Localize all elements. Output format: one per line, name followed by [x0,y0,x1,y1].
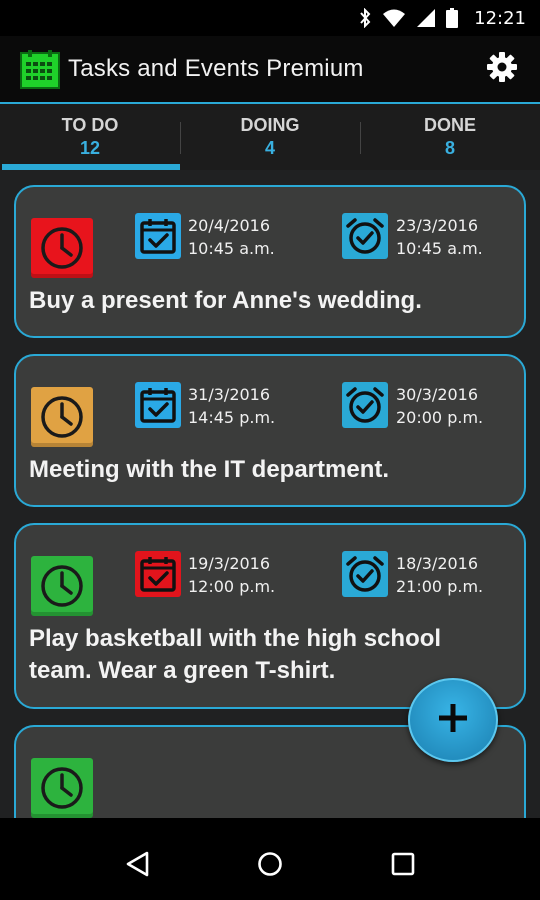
alarm-date: 30/3/2016 [396,385,479,404]
priority-clock-icon [31,387,93,447]
alarm-time: 10:45 a.m. [396,239,483,258]
status-time: 12:21 [474,7,526,29]
bluetooth-icon [358,8,372,28]
alarm-time: 20:00 p.m. [396,408,484,427]
wifi-icon [382,8,406,28]
priority-clock-icon [31,758,93,818]
home-icon [256,850,284,883]
navigation-bar [0,832,540,900]
alarm-datetime: 30/3/2016 20:00 p.m. [396,383,483,429]
settings-button[interactable] [486,51,518,87]
task-title: Buy a present for Anne's wedding. [29,287,422,314]
calendar-grid-icon [20,49,60,89]
tab-count: 8 [444,138,455,158]
tab-count: 4 [264,138,275,158]
event-date: 19/3/2016 [188,554,271,573]
event-calendar-icon [135,551,181,597]
event-calendar-icon [135,213,181,259]
task-title: Play basketball with the high school tea… [29,625,442,684]
alarm-clock-icon [342,213,388,259]
tab-label: TO DO [61,115,119,135]
task-title: Meeting with the IT department. [29,456,390,483]
tab-count: 12 [79,138,101,158]
event-datetime: 31/3/2016 14:45 p.m. [188,383,275,429]
task-card[interactable]: 20/4/2016 10:45 a.m. 23/3/2016 10:45 a.m… [14,185,526,338]
back-button[interactable] [113,842,161,890]
alarm-clock-icon [342,382,388,428]
alarm-clock-icon [342,551,388,597]
alarm-date: 18/3/2016 [396,554,479,573]
alarm-date: 23/3/2016 [396,216,479,235]
tab-label: DONE [423,115,476,135]
task-card[interactable]: 31/3/2016 14:45 p.m. 30/3/2016 20:00 p.m… [14,354,526,507]
event-date: 31/3/2016 [188,385,271,404]
recents-icon [390,851,416,882]
tab-label: DOING [240,115,300,135]
event-datetime: 19/3/2016 12:00 p.m. [188,552,275,598]
alarm-datetime: 18/3/2016 21:00 p.m. [396,552,483,598]
priority-clock-icon [31,218,93,278]
alarm-datetime: 23/3/2016 10:45 a.m. [396,214,483,260]
app-title: Tasks and Events Premium [68,55,364,82]
recents-button[interactable] [379,842,427,890]
status-bar: 12:21 [0,0,540,36]
signal-icon [416,8,436,28]
home-button[interactable] [246,842,294,890]
priority-clock-icon [31,556,93,616]
app-bar: Tasks and Events Premium [0,36,540,102]
alarm-time: 21:00 p.m. [396,577,484,596]
back-icon [124,850,150,883]
event-calendar-icon [135,382,181,428]
battery-icon [446,8,459,28]
event-time: 14:45 p.m. [188,408,276,427]
gear-icon [487,51,517,87]
event-time: 12:00 p.m. [188,577,276,596]
tab-todo[interactable]: TO DO 12 [0,104,180,170]
tab-done[interactable]: DONE 8 [360,104,540,170]
tab-doing[interactable]: DOING 4 [180,104,360,170]
tab-bar: TO DO 12 DOING 4 DONE 8 [0,102,540,170]
event-date: 20/4/2016 [188,216,271,235]
add-task-button[interactable] [408,678,498,762]
event-time: 10:45 a.m. [188,239,275,258]
plus-icon [436,701,470,740]
event-datetime: 20/4/2016 10:45 a.m. [188,214,275,260]
